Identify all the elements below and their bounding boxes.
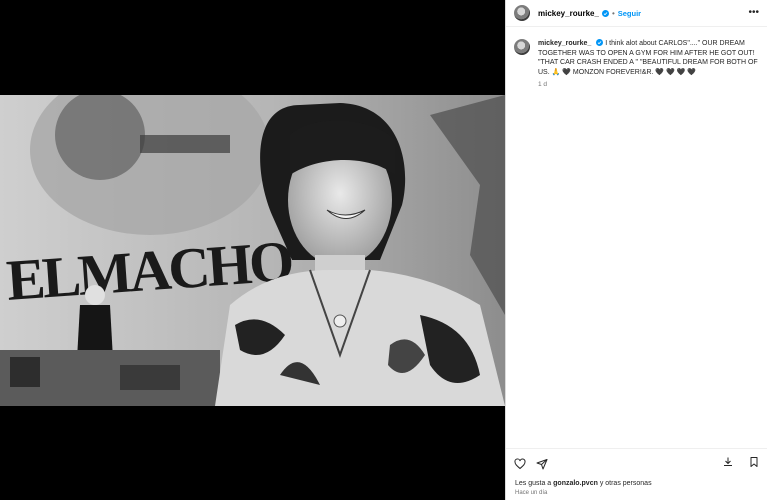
caption-body: mickey_rourke_ I think alot about CARLOS…	[538, 39, 759, 88]
more-options-icon[interactable]: •••	[748, 8, 759, 18]
action-bar	[506, 448, 767, 478]
header-username[interactable]: mickey_rourke_	[538, 9, 599, 18]
media-pane: ELMACHO	[0, 0, 505, 500]
likes-line: Les gusta a gonzalo.pvcn y otras persona…	[515, 480, 652, 487]
instagram-post-viewer: ELMACHO mickey_rourke_ • Seguir ••• mick…	[0, 0, 767, 500]
avatar[interactable]	[514, 5, 530, 21]
likes-suffix[interactable]: y otras personas	[598, 480, 652, 487]
caption-username[interactable]: mickey_rourke_	[538, 40, 591, 47]
photo-illustration: ELMACHO	[0, 95, 505, 406]
post-header: mickey_rourke_ • Seguir •••	[506, 0, 767, 27]
post-photo[interactable]: ELMACHO	[0, 95, 505, 406]
bookmark-icon[interactable]	[748, 456, 760, 468]
caption-text: mickey_rourke_ I think alot about CARLOS…	[538, 39, 759, 77]
verified-badge-icon	[596, 39, 604, 46]
separator-dot: •	[611, 8, 615, 18]
send-icon[interactable]	[536, 458, 548, 470]
post-side-panel: mickey_rourke_ • Seguir ••• mickey_rourk…	[505, 0, 767, 500]
heart-icon[interactable]	[514, 457, 526, 470]
caption-avatar[interactable]	[514, 39, 530, 55]
caption-timestamp[interactable]: 1 d	[538, 81, 759, 88]
caption-block: mickey_rourke_ I think alot about CARLOS…	[506, 27, 767, 88]
likes-user-link[interactable]: gonzalo.pvcn	[553, 480, 598, 487]
action-right-group	[712, 455, 760, 473]
save-download-icon[interactable]	[722, 456, 734, 468]
follow-button[interactable]: Seguir	[618, 9, 641, 18]
post-timestamp: Hace un día	[515, 490, 548, 496]
verified-badge-icon	[601, 9, 609, 17]
likes-prefix: Les gusta a	[515, 480, 554, 487]
